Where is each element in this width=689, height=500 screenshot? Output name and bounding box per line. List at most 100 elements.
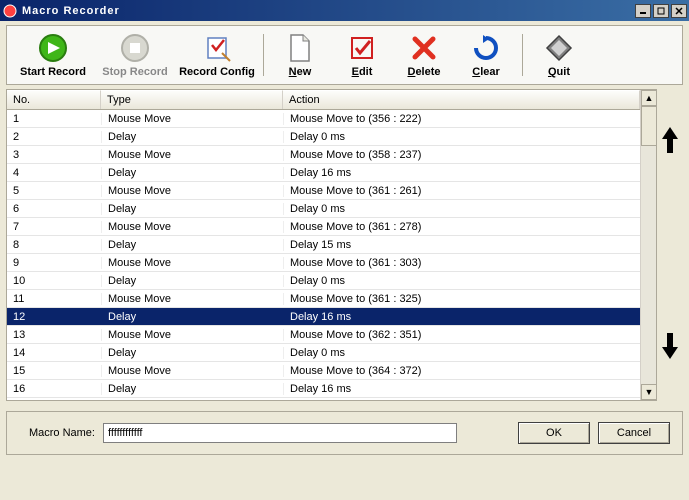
new-file-icon	[284, 32, 316, 64]
table-row[interactable]: 4DelayDelay 16 ms	[7, 164, 640, 182]
table-row[interactable]: 1Mouse MoveMouse Move to (356 : 222)	[7, 110, 640, 128]
edit-check-icon	[346, 32, 378, 64]
scroll-up-icon[interactable]: ▲	[641, 90, 657, 106]
cell-type: Mouse Move	[101, 329, 283, 341]
cell-action: Mouse Move to (361 : 325)	[283, 293, 640, 305]
start-record-label: Start Record	[15, 66, 91, 78]
cell-type: Delay	[101, 239, 283, 251]
clear-button[interactable]: Clear	[458, 30, 514, 80]
table-row[interactable]: 13Mouse MoveMouse Move to (362 : 351)	[7, 326, 640, 344]
cell-action: Mouse Move to (361 : 303)	[283, 257, 640, 269]
cell-no: 8	[7, 239, 101, 251]
cell-no: 5	[7, 185, 101, 197]
quit-button[interactable]: Quit	[531, 30, 587, 80]
record-config-label: Record Config	[179, 66, 255, 78]
edit-button[interactable]: Edit	[334, 30, 390, 80]
table-row[interactable]: 14DelayDelay 0 ms	[7, 344, 640, 362]
cell-action: Mouse Move to (362 : 351)	[283, 329, 640, 341]
col-header-no[interactable]: No.	[7, 90, 101, 109]
table-row[interactable]: 17Mouse MoveMouse Move to (368 : 396)	[7, 398, 640, 400]
macro-name-input[interactable]	[103, 423, 457, 443]
close-button[interactable]	[671, 4, 687, 18]
scroll-thumb[interactable]	[641, 106, 657, 146]
clear-refresh-icon	[470, 32, 502, 64]
cell-no: 2	[7, 131, 101, 143]
cell-no: 11	[7, 293, 101, 305]
scroll-down-icon[interactable]: ▼	[641, 384, 657, 400]
toolbar: Start Record Stop Record Record Config N…	[6, 25, 683, 85]
table-row[interactable]: 6DelayDelay 0 ms	[7, 200, 640, 218]
table-row[interactable]: 2DelayDelay 0 ms	[7, 128, 640, 146]
stop-record-label: Stop Record	[97, 66, 173, 78]
table-row[interactable]: 10DelayDelay 0 ms	[7, 272, 640, 290]
cell-no: 14	[7, 347, 101, 359]
cell-action: Delay 0 ms	[283, 275, 640, 287]
table-row[interactable]: 5Mouse MoveMouse Move to (361 : 261)	[7, 182, 640, 200]
cell-type: Delay	[101, 311, 283, 323]
reorder-controls	[657, 85, 683, 401]
window-title: Macro Recorder	[22, 5, 635, 17]
cell-type: Mouse Move	[101, 293, 283, 305]
clear-label: Clear	[458, 66, 514, 78]
move-up-button[interactable]	[661, 125, 679, 155]
cancel-button[interactable]: Cancel	[598, 422, 670, 444]
cell-type: Delay	[101, 131, 283, 143]
table-row[interactable]: 16DelayDelay 16 ms	[7, 380, 640, 398]
delete-x-icon	[408, 32, 440, 64]
cell-action: Mouse Move to (361 : 278)	[283, 221, 640, 233]
stop-record-button: Stop Record	[97, 30, 173, 80]
cell-no: 7	[7, 221, 101, 233]
table-row[interactable]: 11Mouse MoveMouse Move to (361 : 325)	[7, 290, 640, 308]
toolbar-separator	[522, 34, 523, 76]
table-row[interactable]: 7Mouse MoveMouse Move to (361 : 278)	[7, 218, 640, 236]
cell-action: Delay 0 ms	[283, 131, 640, 143]
table-row[interactable]: 3Mouse MoveMouse Move to (358 : 237)	[7, 146, 640, 164]
cell-type: Mouse Move	[101, 149, 283, 161]
cell-action: Mouse Move to (358 : 237)	[283, 149, 640, 161]
table-row[interactable]: 12DelayDelay 16 ms	[7, 308, 640, 326]
quit-label: Quit	[531, 66, 587, 78]
cell-no: 15	[7, 365, 101, 377]
titlebar: Macro Recorder	[0, 0, 689, 21]
cell-type: Delay	[101, 383, 283, 395]
cell-type: Delay	[101, 167, 283, 179]
col-header-type[interactable]: Type	[101, 90, 283, 109]
config-icon	[201, 32, 233, 64]
cell-no: 1	[7, 113, 101, 125]
cell-action: Delay 0 ms	[283, 203, 640, 215]
maximize-button[interactable]	[653, 4, 669, 18]
bottom-panel: Macro Name: OK Cancel	[6, 411, 683, 455]
cell-type: Mouse Move	[101, 221, 283, 233]
stop-circle-icon	[119, 32, 151, 64]
table-row[interactable]: 9Mouse MoveMouse Move to (361 : 303)	[7, 254, 640, 272]
table-row[interactable]: 8DelayDelay 15 ms	[7, 236, 640, 254]
play-circle-icon	[37, 32, 69, 64]
minimize-button[interactable]	[635, 4, 651, 18]
cell-type: Mouse Move	[101, 257, 283, 269]
start-record-button[interactable]: Start Record	[15, 30, 91, 80]
delete-button[interactable]: Delete	[396, 30, 452, 80]
app-icon	[2, 3, 18, 19]
cell-action: Delay 16 ms	[283, 167, 640, 179]
cell-no: 16	[7, 383, 101, 395]
new-button[interactable]: New	[272, 30, 328, 80]
move-down-button[interactable]	[661, 331, 679, 361]
grid-scrollbar[interactable]: ▲ ▼	[640, 90, 656, 400]
grid-header: No. Type Action	[7, 90, 640, 110]
cell-no: 10	[7, 275, 101, 287]
cell-action: Delay 15 ms	[283, 239, 640, 251]
table-row[interactable]: 15Mouse MoveMouse Move to (364 : 372)	[7, 362, 640, 380]
cell-type: Mouse Move	[101, 185, 283, 197]
cell-action: Delay 16 ms	[283, 311, 640, 323]
cell-type: Mouse Move	[101, 365, 283, 377]
new-label: New	[272, 66, 328, 78]
ok-button[interactable]: OK	[518, 422, 590, 444]
cell-no: 9	[7, 257, 101, 269]
col-header-action[interactable]: Action	[283, 90, 640, 109]
cell-action: Mouse Move to (364 : 372)	[283, 365, 640, 377]
cell-no: 12	[7, 311, 101, 323]
toolbar-separator	[263, 34, 264, 76]
cell-type: Delay	[101, 203, 283, 215]
macro-grid: No. Type Action 1Mouse MoveMouse Move to…	[6, 89, 657, 401]
record-config-button[interactable]: Record Config	[179, 30, 255, 80]
